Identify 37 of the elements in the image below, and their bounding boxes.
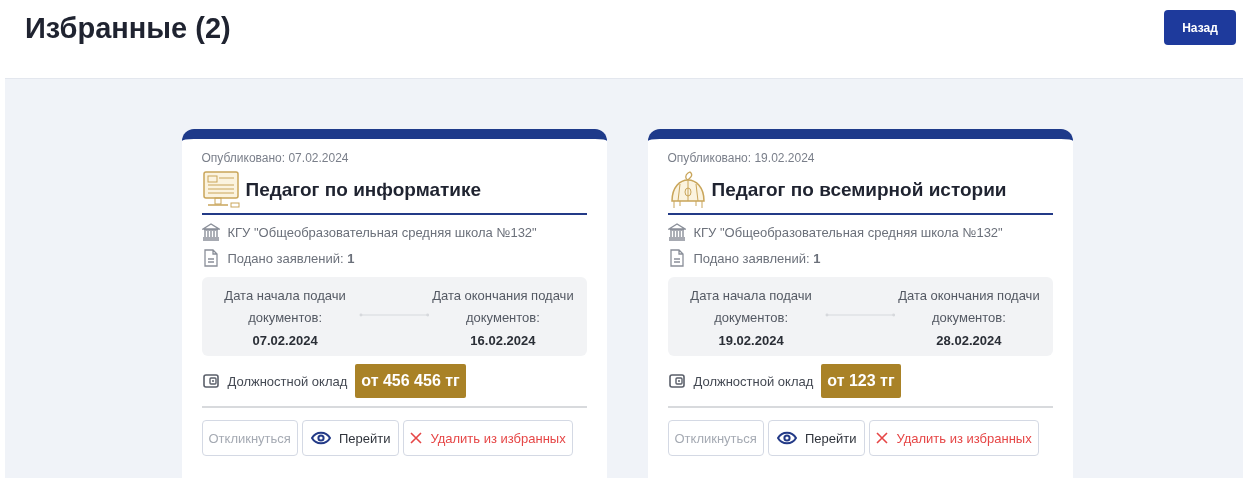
document-icon [201,249,220,267]
organization-name: КГУ "Общеобразовательная средняя школа №132" [227,224,537,240]
page-title: Избранные (2) [25,12,231,45]
vacancy-title: Педагог по всемирной истории [711,179,1007,201]
open-button[interactable]: Перейти [767,420,866,456]
back-button[interactable]: Назад [1164,10,1236,45]
computer-icon [201,171,242,209]
wallet-icon [201,372,220,390]
applications-count: Подано заявлений: 1 [693,250,821,266]
salary-label: Должностной оклад [227,373,348,389]
start-date: 07.02.2024 [252,333,318,348]
end-date-label: Дата окончания подачи документов: [431,287,575,327]
published-date: Опубликовано: 07.02.2024 [201,151,350,165]
start-date: 19.02.2024 [718,333,784,348]
wallet-icon [667,372,686,390]
organization-name: КГУ "Общеобразовательная средняя школа №132" [693,224,1003,240]
salary-label: Должностной оклад [693,373,814,389]
eye-icon [776,431,797,445]
end-date: 16.02.2024 [470,333,536,348]
building-icon [201,223,220,241]
published-date: Опубликовано: 19.02.2024 [667,151,816,165]
remove-favorite-button[interactable]: Удалить из избранных [869,420,1039,456]
start-date-label: Дата начала подачи документов: [223,287,347,327]
vacancy-title: Педагог по информатике [245,179,482,201]
start-date-label: Дата начала подачи документов: [689,287,813,327]
applications-count: Подано заявлений: 1 [227,250,355,266]
end-date: 28.02.2024 [936,333,1002,348]
salary-badge: от 123 тг [821,364,901,398]
salary-badge: от 456 456 тг [355,364,466,398]
close-icon [410,432,423,444]
document-icon [667,249,686,267]
close-icon [876,432,889,444]
eye-icon [310,431,331,445]
remove-favorite-button[interactable]: Удалить из избранных [403,420,573,456]
end-date-label: Дата окончания подачи документов: [897,287,1041,327]
building-icon [667,223,686,241]
open-button[interactable]: Перейти [301,420,400,456]
